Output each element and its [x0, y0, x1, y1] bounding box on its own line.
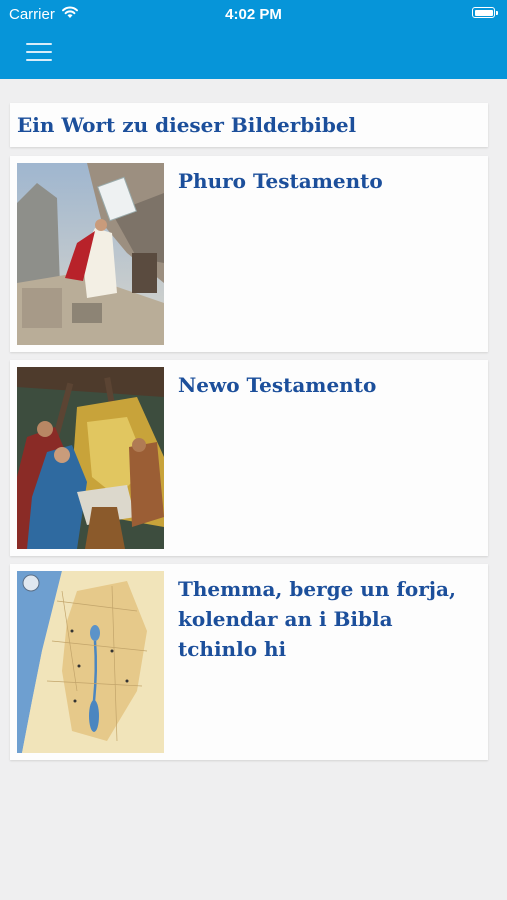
holy-land-map-image [17, 571, 164, 753]
item-label: Themma, berge un forja, kolendar an i Bi… [178, 577, 456, 661]
intro-list-item[interactable]: Ein Wort zu dieser Bilderbibel [10, 103, 488, 147]
list-item-new-testament[interactable]: Newo Testamento [10, 360, 488, 556]
list-item-map-calendar[interactable]: Themma, berge un forja, kolendar an i Bi… [10, 564, 488, 760]
list-item-old-testament[interactable]: Phuro Testamento [10, 156, 488, 352]
intro-title: Ein Wort zu dieser Bilderbibel [17, 113, 357, 137]
moses-tablets-image [17, 163, 164, 345]
battery-icon [472, 7, 498, 18]
item-label: Newo Testamento [178, 373, 377, 397]
app-header: Carrier 4:02 PM [0, 0, 507, 79]
hamburger-menu-icon[interactable] [24, 41, 54, 63]
status-bar: Carrier 4:02 PM [0, 0, 507, 28]
item-label: Phuro Testamento [178, 169, 383, 193]
nativity-image [17, 367, 164, 549]
clock: 4:02 PM [225, 6, 282, 23]
